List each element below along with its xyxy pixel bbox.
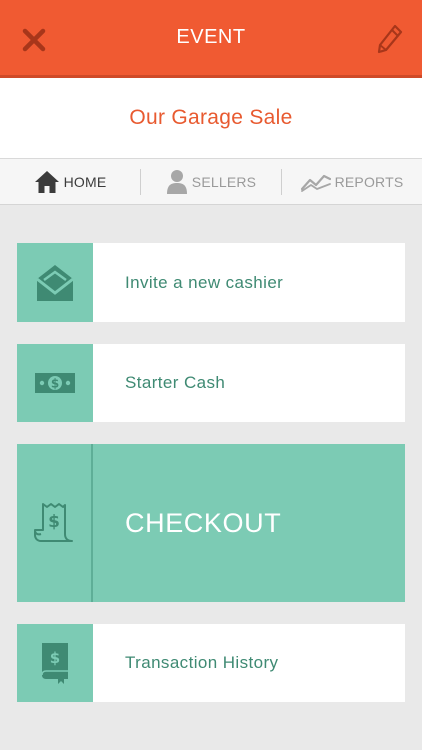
invite-cashier-button[interactable]: Invite a new cashier <box>17 243 405 322</box>
svg-text:$: $ <box>51 377 59 391</box>
tab-home-label: HOME <box>63 173 107 190</box>
envelope-icon <box>36 264 74 301</box>
event-name-bar: Our Garage Sale <box>0 78 422 158</box>
checkout-button[interactable]: $ CHECKOUT <box>17 444 405 602</box>
checkout-label: CHECKOUT <box>125 507 282 538</box>
tab-sellers[interactable]: SELLERS <box>141 159 281 204</box>
ledger-book-icon: $ <box>41 643 68 684</box>
invite-cashier-label: Invite a new cashier <box>125 272 284 292</box>
transaction-history-label: Transaction History <box>125 653 279 672</box>
starter-cash-label: Starter Cash <box>125 373 226 392</box>
menu-icon-cell: $ <box>17 624 93 702</box>
edit-button[interactable] <box>374 22 406 56</box>
dollar-bill-icon: $ <box>35 373 75 393</box>
menu-icon-cell: $ <box>17 444 93 602</box>
event-name: Our Garage Sale <box>129 106 293 129</box>
top-bar: EVENT <box>0 0 422 78</box>
svg-text:$: $ <box>50 649 60 667</box>
starter-cash-button[interactable]: $ Starter Cash <box>17 344 405 422</box>
tab-reports-label: REPORTS <box>334 173 404 190</box>
menu-icon-cell <box>17 243 93 322</box>
page-title: EVENT <box>176 26 246 48</box>
home-icon <box>34 170 60 194</box>
tab-sellers-label: SELLERS <box>191 173 257 190</box>
tab-bar: HOME SELLERS REPORTS <box>0 158 422 205</box>
menu-icon-cell: $ <box>17 344 93 422</box>
transaction-history-button[interactable]: $ Transaction History <box>17 624 405 702</box>
close-icon <box>22 28 46 52</box>
receipt-icon: $ <box>34 503 73 542</box>
tab-home[interactable]: HOME <box>0 159 140 204</box>
close-button[interactable] <box>18 24 50 56</box>
svg-text:$: $ <box>48 512 60 532</box>
pencil-icon <box>377 24 403 54</box>
tab-reports[interactable]: REPORTS <box>282 159 422 204</box>
chart-line-icon <box>300 172 331 192</box>
person-icon <box>166 169 188 195</box>
